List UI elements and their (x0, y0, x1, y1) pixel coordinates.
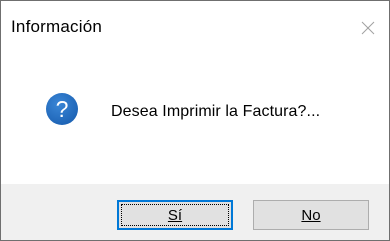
question-icon: ? (45, 92, 79, 126)
button-bar: Sí No (1, 184, 389, 240)
no-button-label: No (301, 206, 321, 224)
dialog-body: ? Desea Imprimir la Factura?... (1, 59, 389, 184)
title-bar[interactable]: Información (1, 1, 389, 59)
dialog-message: Desea Imprimir la Factura?... (111, 103, 321, 120)
svg-text:?: ? (56, 96, 69, 122)
window-title: Información (11, 17, 103, 36)
close-button[interactable] (353, 13, 383, 43)
yes-button[interactable]: Sí (117, 200, 233, 230)
close-icon (361, 21, 375, 35)
no-button[interactable]: No (253, 200, 369, 230)
dialog-window: Información ? Desea Imprimir la Factura? (0, 0, 390, 241)
yes-button-label: Sí (167, 206, 183, 224)
